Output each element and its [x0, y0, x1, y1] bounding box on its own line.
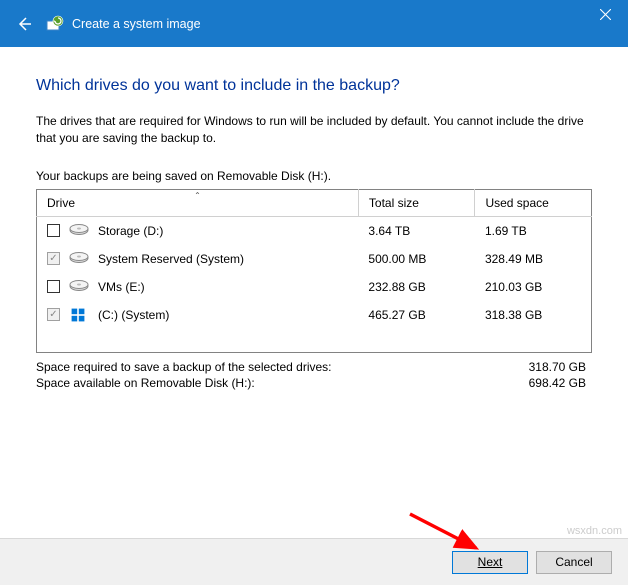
windows-drive-icon: [68, 307, 90, 323]
sort-caret-icon: ⌃: [194, 191, 201, 200]
titlebar: Create a system image: [0, 0, 628, 47]
hdd-icon: [68, 223, 90, 239]
drive-checkbox[interactable]: [47, 224, 60, 237]
back-button[interactable]: [8, 8, 40, 40]
window-title: Create a system image: [72, 17, 201, 31]
drive-row[interactable]: VMs (E:) 232.88 GB210.03 GB: [37, 273, 592, 301]
drive-row[interactable]: (C:) (System) 465.27 GB318.38 GB: [37, 301, 592, 329]
page-heading: Which drives do you want to include in t…: [36, 77, 592, 95]
drive-used: 210.03 GB: [475, 273, 592, 301]
drive-total: 500.00 MB: [358, 245, 475, 273]
column-header-drive[interactable]: Drive ⌃: [37, 189, 359, 216]
drive-label: VMs (E:): [98, 280, 145, 294]
column-header-used[interactable]: Used space: [475, 189, 592, 216]
drive-row[interactable]: System Reserved (System) 500.00 MB328.49 …: [37, 245, 592, 273]
close-button[interactable]: [582, 0, 628, 28]
drive-used: 1.69 TB: [475, 216, 592, 245]
close-icon: [600, 9, 611, 20]
hdd-icon: [68, 279, 90, 295]
drive-checkbox: [47, 252, 60, 265]
page-description: The drives that are required for Windows…: [36, 113, 592, 147]
drive-row[interactable]: Storage (D:) 3.64 TB1.69 TB: [37, 216, 592, 245]
next-button[interactable]: Next: [452, 551, 528, 574]
column-header-total[interactable]: Total size: [358, 189, 475, 216]
drives-table: Drive ⌃ Total size Used space Storage (D…: [36, 189, 592, 354]
content-area: Which drives do you want to include in t…: [0, 47, 628, 401]
drive-label: System Reserved (System): [98, 252, 244, 266]
drive-used: 318.38 GB: [475, 301, 592, 329]
saving-location-text: Your backups are being saved on Removabl…: [36, 169, 592, 183]
watermark: wsxdn.com: [567, 525, 622, 537]
drive-total: 3.64 TB: [358, 216, 475, 245]
hdd-icon: [68, 251, 90, 267]
drive-checkbox[interactable]: [47, 280, 60, 293]
system-image-icon: [46, 15, 64, 33]
summary: Space required to save a backup of the s…: [36, 359, 592, 391]
drive-used: 328.49 MB: [475, 245, 592, 273]
footer: Next Cancel: [0, 538, 628, 585]
back-arrow-icon: [15, 15, 33, 33]
drive-total: 465.27 GB: [358, 301, 475, 329]
space-required-value: 318.70 GB: [529, 360, 586, 374]
drive-checkbox: [47, 308, 60, 321]
drive-label: Storage (D:): [98, 224, 163, 238]
drive-label: (C:) (System): [98, 308, 169, 322]
space-available-label: Space available on Removable Disk (H:):: [36, 376, 255, 390]
space-available-value: 698.42 GB: [529, 376, 586, 390]
cancel-button[interactable]: Cancel: [536, 551, 612, 574]
drive-total: 232.88 GB: [358, 273, 475, 301]
space-required-label: Space required to save a backup of the s…: [36, 360, 332, 374]
